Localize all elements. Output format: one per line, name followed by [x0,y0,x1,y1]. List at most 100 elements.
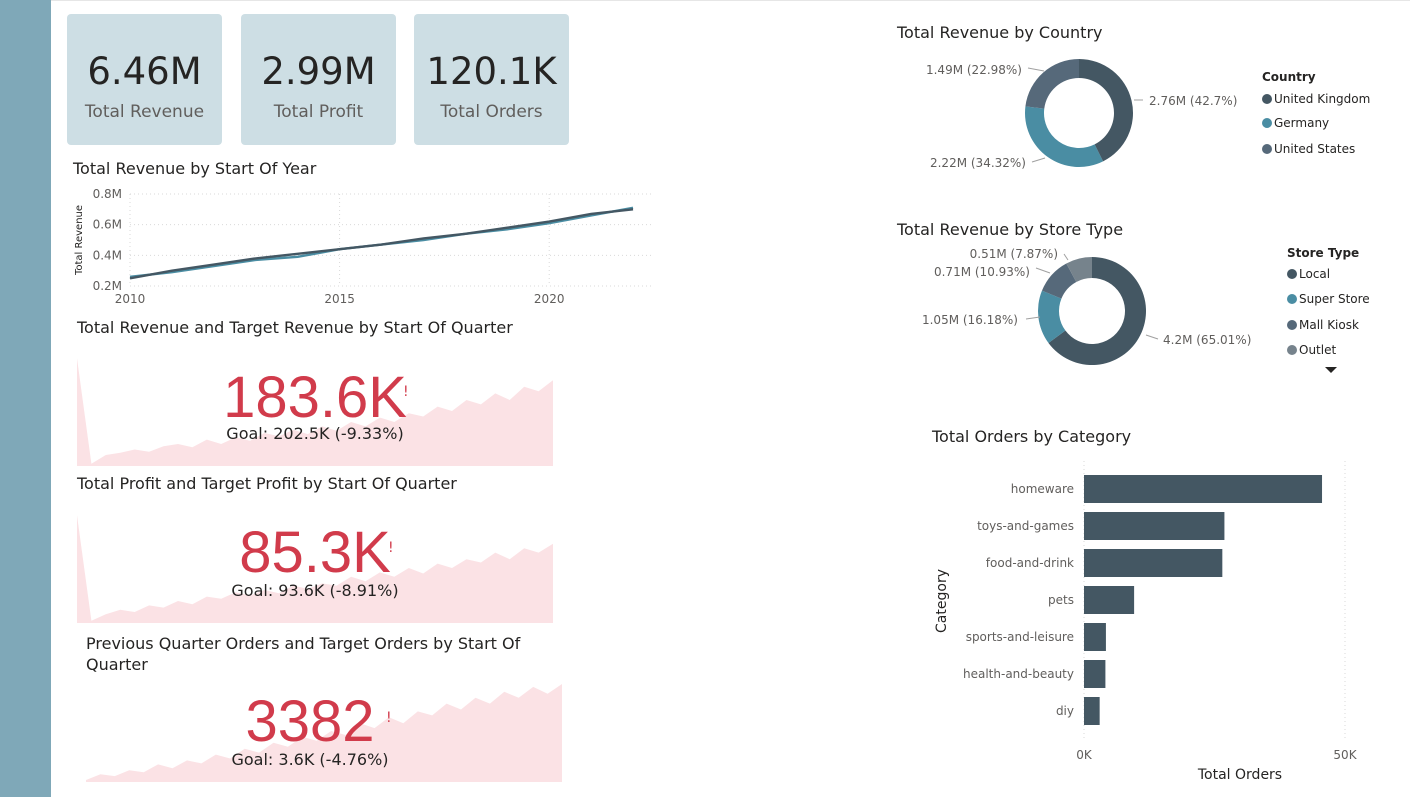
category-label: sports-and-leisure [966,630,1074,644]
data-label: 1.49M (22.98%) [926,63,1022,77]
bar-food-and-drink[interactable] [1084,549,1223,577]
legend-item-super-store[interactable]: Super Store [1287,292,1370,306]
donut-slice-germany[interactable] [1025,106,1104,168]
kpi-profit-goal: Goal: 93.6K (-8.91%) [231,581,399,600]
category-label: pets [1048,593,1074,607]
data-label: 2.76M (42.7%) [1149,94,1237,108]
card-label: Total Profit [273,102,364,122]
store-type-chart-title: Total Revenue by Store Type [897,220,1124,239]
y-tick-label: 0.2M [93,279,122,293]
kpi-orders-title: Previous Quarter Orders and Target Order… [86,634,521,674]
kpi-profit-value: 85.3K [239,520,391,585]
orders-by-category-chart[interactable]: 0K 50K homeware toys-and-games food-and-drin… [925,455,1365,790]
legend-item-local[interactable]: Local [1287,267,1330,281]
donut-slice-united-states[interactable] [1025,59,1079,109]
label-leader-line [1035,267,1051,274]
legend-label: Outlet [1299,343,1337,357]
x-tick-label: 50K [1333,748,1357,762]
sidebar [0,0,51,797]
revenue-by-store-type-donut[interactable]: 4.2M (65.01%) 1.05M (16.18%) 0.71M (10.93%… [900,245,1270,380]
legend-item-mall-kiosk[interactable]: Mall Kiosk [1287,318,1359,332]
kpi-orders-warning-icon: ! [386,710,392,726]
card-value: 120.1K [426,50,557,93]
x-tick-label: 2020 [534,292,565,306]
legend-label: United States [1274,142,1356,156]
kpi-profit-visual[interactable]: 85.3K ! Goal: 93.6K (-8.91%) [77,507,553,623]
label-leader-line [1025,316,1041,320]
data-label: 4.2M (65.01%) [1163,333,1251,347]
kpi-orders-goal: Goal: 3.6K (-4.76%) [231,750,389,769]
revenue-by-country-donut[interactable]: 2.76M (42.7%) 2.22M (34.32%) 1.49M (22.98%… [900,50,1260,185]
legend-marker [1262,94,1272,104]
legend-label: Germany [1274,116,1330,130]
category-label: health-and-beauty [963,667,1074,681]
kpi-revenue-goal: Goal: 202.5K (-9.33%) [226,424,404,443]
kpi-revenue-warning-icon: ! [403,384,409,400]
category-label: homeware [1011,482,1074,496]
legend-marker [1287,294,1297,304]
bar-pets[interactable] [1084,586,1135,614]
card-value: 2.99M [261,50,376,93]
x-tick-label: 0K [1076,748,1093,762]
bar-health-and-beauty[interactable] [1084,660,1106,688]
category-label: food-and-drink [986,556,1074,570]
category-chart-title: Total Orders by Category [932,427,1132,446]
kpi-revenue-visual[interactable]: 183.6K ! Goal: 202.5K (-9.33%) [77,350,553,466]
data-label: 0.51M (7.87%) [970,247,1058,261]
y-axis-title: Category [934,569,950,633]
card-total-revenue[interactable]: 6.46M Total Revenue [67,14,222,145]
data-label: 0.71M (10.93%) [934,265,1030,279]
label-leader-line [1031,157,1046,163]
y-axis-title: Total Revenue [74,205,85,276]
label-leader-line [1145,334,1159,340]
card-label: Total Revenue [84,102,205,122]
y-tick-label: 0.6M [93,218,122,232]
category-label: diy [1056,704,1074,718]
kpi-orders-visual[interactable]: 3382 ! Goal: 3.6K (-4.76%) [86,678,562,782]
kpi-revenue-value: 183.6K [223,365,407,430]
legend-scroll-down-icon[interactable] [1325,367,1337,373]
legend-marker [1262,118,1272,128]
card-total-orders[interactable]: 120.1K Total Orders [414,14,569,145]
legend-item-germany[interactable]: Germany [1262,116,1329,130]
bar-toys-and-games[interactable] [1084,512,1225,540]
y-tick-label: 0.4M [93,248,122,262]
label-leader-line [1027,67,1045,72]
card-total-profit[interactable]: 2.99M Total Profit [241,14,396,145]
legend-label: Mall Kiosk [1299,318,1359,332]
store-legend-title: Store Type [1287,246,1360,260]
kpi-profit-title: Total Profit and Target Profit by Start … [77,474,457,493]
y-tick-label: 0.8M [93,187,122,201]
x-axis-title: Total Orders [1197,767,1282,783]
bar-diy[interactable] [1084,697,1100,725]
label-leader-line [1063,253,1069,261]
legend-marker [1262,144,1272,154]
card-label: Total Orders [440,102,543,122]
legend-label: Local [1299,267,1331,281]
top-border [51,0,1410,1]
x-tick-label: 2010 [115,292,146,306]
bar-homeware[interactable] [1084,475,1323,503]
legend-item-outlet[interactable]: Outlet [1287,343,1336,357]
legend-item-united-states[interactable]: United States [1262,142,1355,156]
bar-sports-and-leisure[interactable] [1084,623,1106,651]
kpi-revenue-title: Total Revenue and Target Revenue by Star… [77,318,513,337]
category-label: toys-and-games [977,519,1074,533]
legend-label: United Kingdom [1274,92,1371,106]
donut-slice-united-kingdom[interactable] [1079,59,1133,162]
kpi-profit-warning-icon: ! [388,540,394,556]
legend-label: Super Store [1299,292,1370,306]
legend-item-united-kingdom[interactable]: United Kingdom [1262,92,1370,106]
data-label: 2.22M (34.32%) [930,156,1026,170]
revenue-by-year-chart[interactable]: 0.2M 0.4M 0.6M 0.8M 2010 2015 2020 Total Revenu… [70,183,660,308]
legend-marker [1287,345,1297,355]
x-tick-label: 2015 [324,292,355,306]
legend-marker [1287,320,1297,330]
country-legend-title: Country [1262,70,1316,84]
kpi-orders-value: 3382 [245,689,375,754]
country-chart-title: Total Revenue by Country [897,23,1103,42]
card-value: 6.46M [87,50,202,93]
revenue-by-year-title: Total Revenue by Start Of Year [73,159,317,178]
data-label: 1.05M (16.18%) [922,313,1018,327]
legend-marker [1287,269,1297,279]
